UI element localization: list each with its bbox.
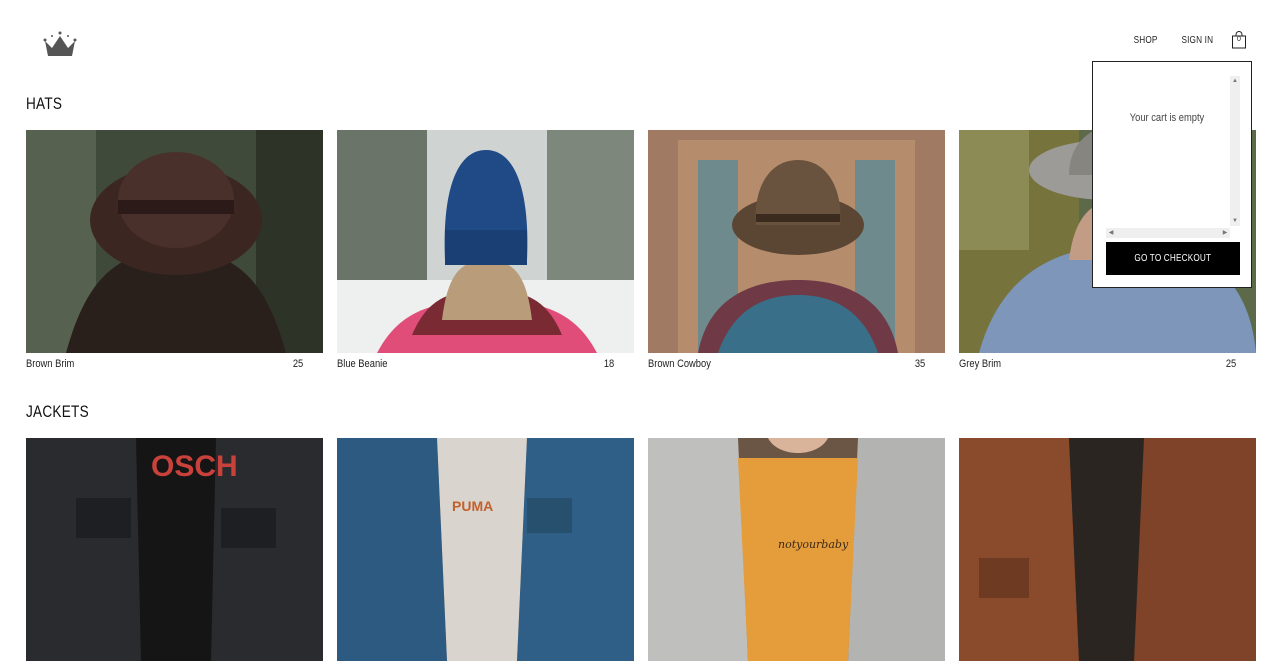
product-image-brown-brim[interactable]	[26, 130, 323, 353]
product-name: Grey Brim	[959, 358, 1002, 370]
product-card[interactable]: Brown Brim 25	[26, 130, 323, 370]
product-info: Brown Cowboy 35	[648, 358, 945, 370]
jackets-grid: OSCH PUMA notyourbaby	[26, 438, 1256, 666]
product-card[interactable]	[959, 438, 1256, 666]
product-price: 18	[603, 358, 614, 370]
product-price: 25	[292, 358, 303, 370]
product-image-brown-cowboy[interactable]	[648, 130, 945, 353]
svg-text:OSCH: OSCH	[151, 450, 238, 483]
product-card[interactable]: Blue Beanie 18	[337, 130, 634, 370]
product-info: Brown Brim 25	[26, 358, 323, 370]
scroll-up-arrow-icon[interactable]: ▲	[1230, 76, 1240, 86]
cart-empty-message: Your cart is empty	[1129, 112, 1205, 124]
scroll-down-arrow-icon[interactable]: ▼	[1230, 216, 1240, 226]
product-image-jacket[interactable]: OSCH	[26, 438, 323, 661]
section-title-jackets[interactable]: JACKETS	[26, 402, 89, 422]
cart-vertical-scrollbar[interactable]: ▲ ▼	[1230, 76, 1240, 226]
scroll-left-arrow-icon[interactable]: ◀	[1106, 228, 1116, 238]
product-card[interactable]: Brown Cowboy 35	[648, 130, 945, 370]
go-to-checkout-button[interactable]: GO TO CHECKOUT	[1106, 242, 1240, 275]
scroll-right-arrow-icon[interactable]: ▶	[1220, 228, 1230, 238]
product-image-jacket[interactable]: notyourbaby	[648, 438, 945, 661]
product-image-jacket[interactable]: PUMA	[337, 438, 634, 661]
crown-logo-icon[interactable]	[42, 30, 78, 58]
section-title-hats[interactable]: HATS	[26, 94, 62, 114]
product-card[interactable]: OSCH	[26, 438, 323, 666]
product-image-jacket[interactable]	[959, 438, 1256, 661]
product-card[interactable]: notyourbaby	[648, 438, 945, 666]
product-name: Brown Cowboy	[648, 358, 711, 370]
svg-text:notyourbaby: notyourbaby	[778, 538, 849, 551]
product-info: Grey Brim 25	[959, 358, 1256, 370]
nav-shop-link[interactable]: SHOP	[1134, 35, 1158, 46]
hats-grid: Brown Brim 25 Blue Beanie 18 Brown Cowbo…	[26, 130, 1256, 370]
svg-text:PUMA: PUMA	[452, 498, 493, 514]
cart-button[interactable]: 0	[1231, 31, 1247, 49]
product-price: 35	[914, 358, 925, 370]
product-card[interactable]: PUMA	[337, 438, 634, 666]
cart-items-list[interactable]: Your cart is empty ▲ ▼ ◀ ▶	[1106, 76, 1240, 238]
cart-item-count: 0	[1237, 36, 1241, 43]
product-info: Blue Beanie 18	[337, 358, 634, 370]
cart-dropdown: Your cart is empty ▲ ▼ ◀ ▶ GO TO CHECKOU…	[1092, 61, 1252, 288]
nav-sign-in-link[interactable]: SIGN IN	[1182, 35, 1214, 46]
product-image-blue-beanie[interactable]	[337, 130, 634, 353]
product-name: Brown Brim	[26, 358, 75, 370]
cart-horizontal-scrollbar[interactable]: ◀ ▶	[1106, 228, 1230, 238]
product-name: Blue Beanie	[337, 358, 388, 370]
checkout-button-label: GO TO CHECKOUT	[1134, 253, 1212, 264]
top-nav: SHOP SIGN IN 0	[1131, 31, 1247, 49]
product-price: 25	[1225, 358, 1236, 370]
